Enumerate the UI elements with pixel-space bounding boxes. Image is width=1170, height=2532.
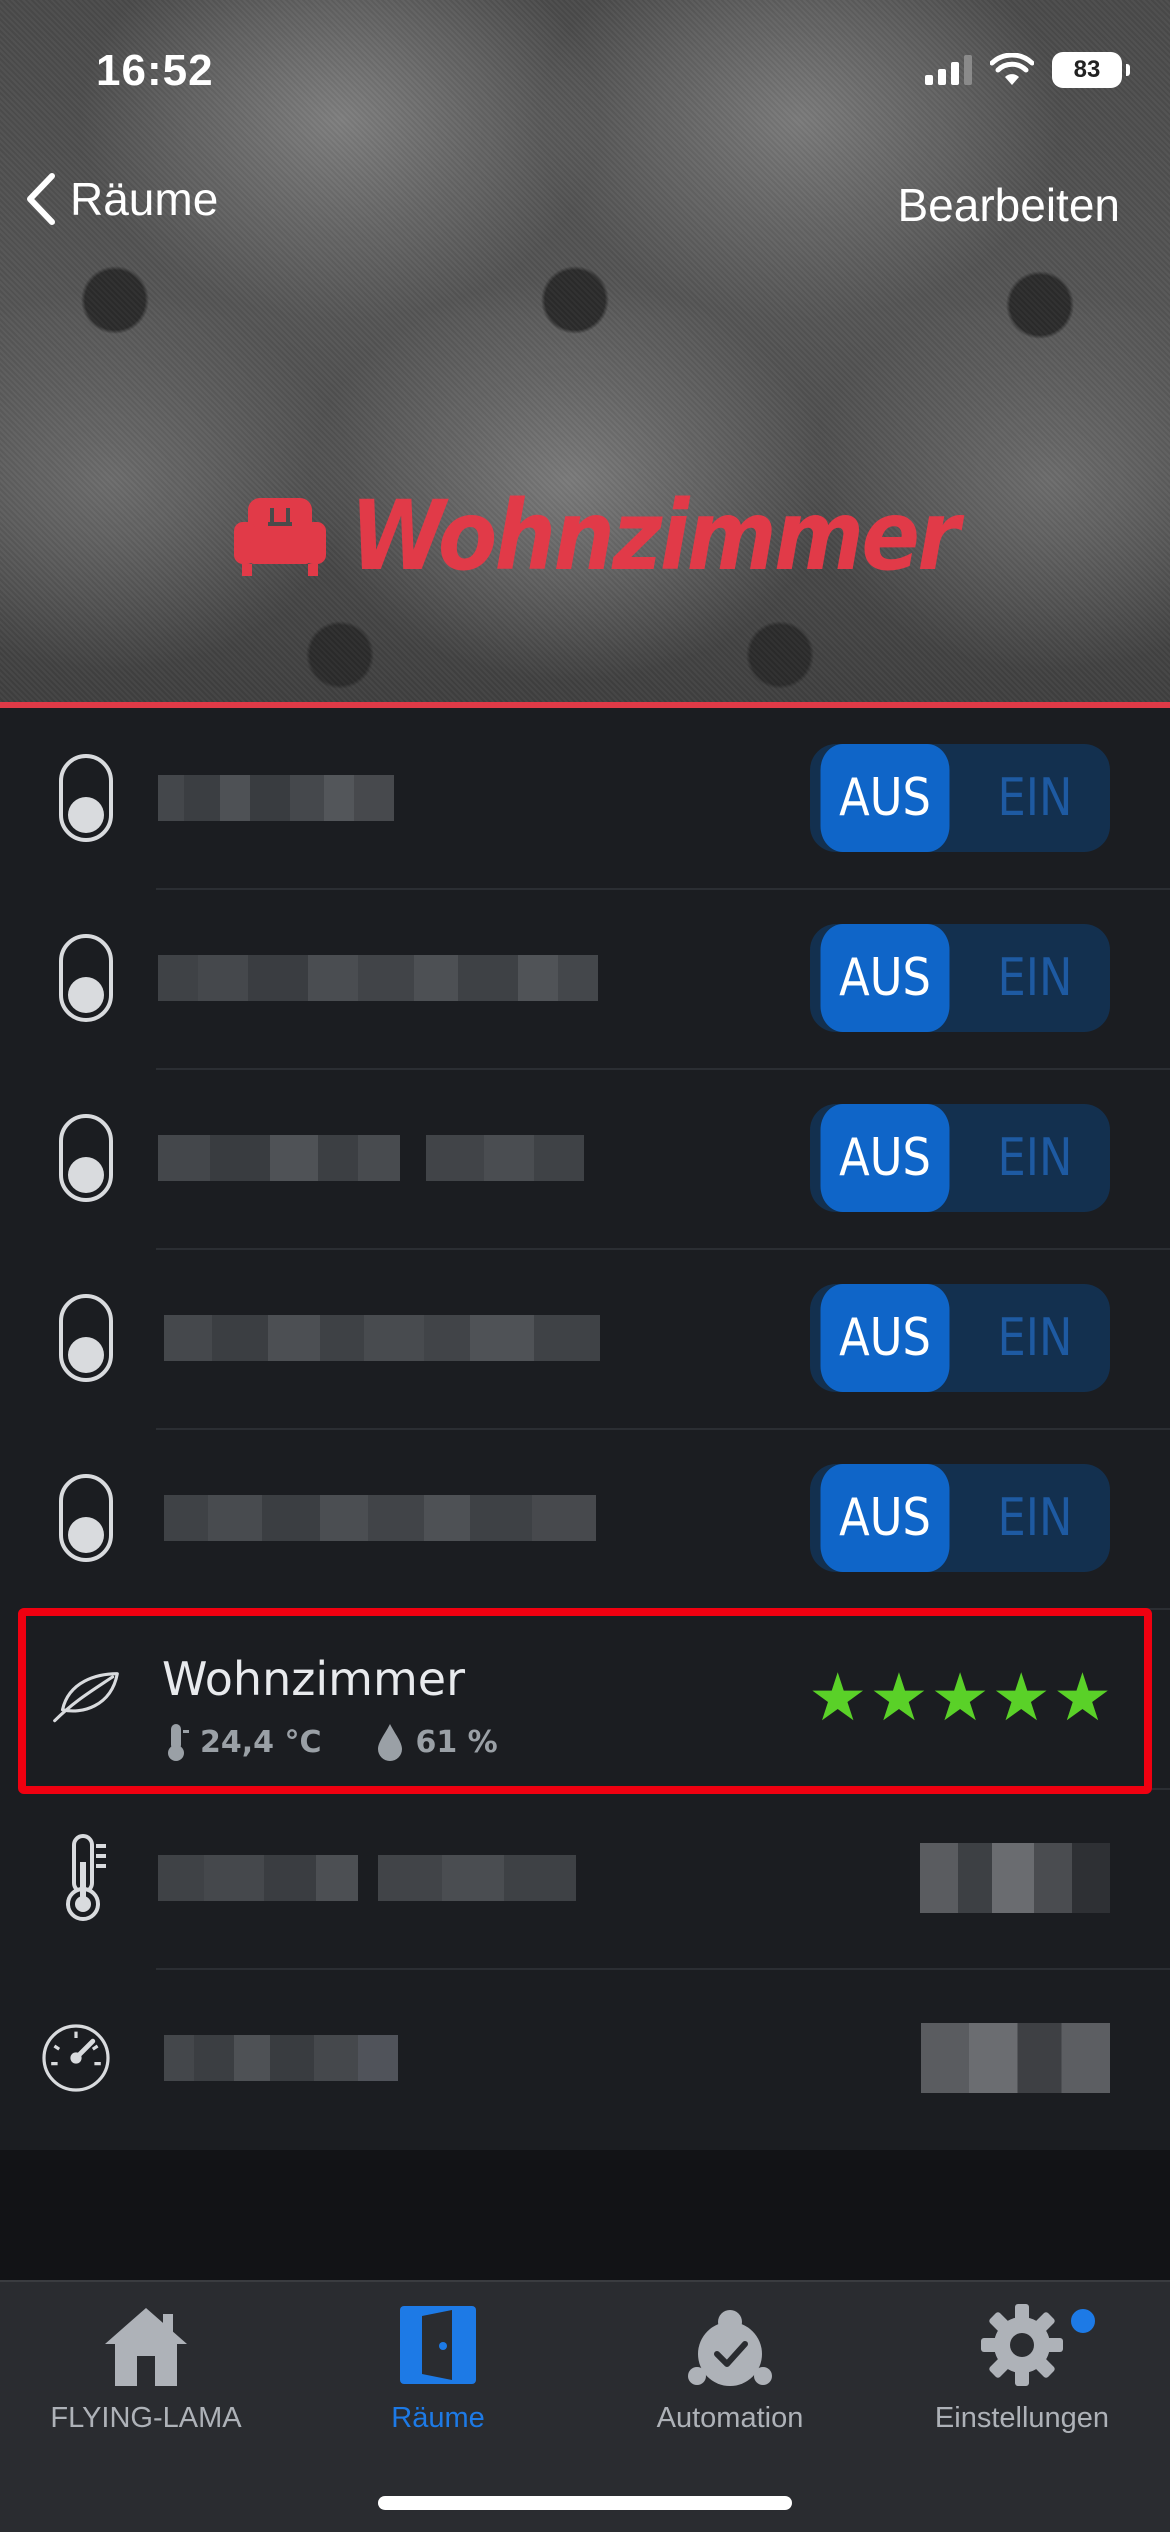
list-item[interactable] xyxy=(0,1788,1170,1968)
star-icon: ★ xyxy=(808,1659,868,1736)
switch-icon xyxy=(50,752,122,844)
status-time: 16:52 xyxy=(96,46,214,95)
list-item: AUS EIN xyxy=(0,1068,1170,1248)
climate-room-name: Wohnzimmer xyxy=(162,1652,465,1706)
tab-label: Räume xyxy=(391,2402,485,2434)
star-icon: ★ xyxy=(991,1659,1051,1736)
list-item: AUS EIN xyxy=(0,708,1170,888)
rating-stars: ★ ★ ★ ★ ★ xyxy=(808,1665,1112,1731)
toggle-off-option[interactable]: AUS xyxy=(820,1464,950,1572)
tab-automation[interactable]: Automation xyxy=(584,2302,876,2435)
list-item[interactable] xyxy=(0,1968,1170,2148)
tab-home[interactable]: FLYING-LAMA xyxy=(0,2302,292,2435)
tab-rooms[interactable]: Räume xyxy=(292,2302,584,2435)
redacted-name xyxy=(158,775,394,821)
toggle-off-option[interactable]: AUS xyxy=(820,1104,950,1212)
toggle-on-option[interactable]: EIN xyxy=(971,1464,1100,1572)
power-toggle[interactable]: AUS EIN xyxy=(810,1104,1110,1212)
armchair-icon xyxy=(234,498,326,576)
leaf-icon xyxy=(50,1652,122,1744)
redacted-name xyxy=(158,955,598,1001)
device-list: AUS EIN AUS EIN AUS EIN AUS EIN AUS EIN … xyxy=(0,708,1170,2148)
star-icon: ★ xyxy=(869,1659,929,1736)
back-label: Räume xyxy=(70,173,219,225)
door-icon xyxy=(400,2306,476,2384)
room-title-text: Wohnzimmer xyxy=(350,480,960,592)
home-indicator xyxy=(378,2496,792,2510)
tab-label: FLYING-LAMA xyxy=(50,2402,242,2434)
switch-icon xyxy=(50,1292,122,1384)
tab-settings[interactable]: Einstellungen xyxy=(876,2302,1168,2435)
house-icon xyxy=(105,2308,187,2386)
switch-icon xyxy=(50,1472,122,1564)
climate-readings: 24,4 °C 61 % xyxy=(166,1722,498,1762)
thermometer-icon xyxy=(168,1724,189,1761)
room-screen: 16:52 83 Räume Bearbeiten Wohnzimmer AUS… xyxy=(0,0,1170,2532)
notification-badge xyxy=(1068,2306,1098,2336)
cellular-signal-icon xyxy=(925,55,972,85)
chevron-left-icon xyxy=(27,173,55,225)
alarm-clock-icon xyxy=(688,2310,772,2386)
gauge-icon xyxy=(40,2012,112,2104)
room-title: Wohnzimmer xyxy=(232,480,1025,592)
toggle-on-option[interactable]: EIN xyxy=(971,1284,1100,1392)
thermometer-icon xyxy=(50,1832,122,1924)
toggle-off-option[interactable]: AUS xyxy=(820,744,950,852)
edit-button[interactable]: Bearbeiten xyxy=(898,178,1121,232)
status-icons: 83 xyxy=(925,52,1130,88)
wifi-icon xyxy=(990,53,1034,85)
droplet-icon xyxy=(378,1724,403,1761)
tab-label: Automation xyxy=(656,2402,804,2434)
redacted-name xyxy=(164,1315,600,1361)
list-item: AUS EIN xyxy=(0,888,1170,1068)
switch-icon xyxy=(50,1112,122,1204)
toggle-on-option[interactable]: EIN xyxy=(971,1104,1100,1212)
power-toggle[interactable]: AUS EIN xyxy=(810,744,1110,852)
list-item: AUS EIN xyxy=(0,1428,1170,1608)
redacted-value xyxy=(890,2023,1110,2093)
battery-icon: 83 xyxy=(1052,52,1130,88)
power-toggle[interactable]: AUS EIN xyxy=(810,1464,1110,1572)
battery-level: 83 xyxy=(1073,56,1101,83)
temperature-value: 24,4 °C xyxy=(200,1724,322,1760)
toggle-off-option[interactable]: AUS xyxy=(820,1284,950,1392)
redacted-value xyxy=(920,1843,1110,1913)
switch-icon xyxy=(50,932,122,1024)
power-toggle[interactable]: AUS EIN xyxy=(810,1284,1110,1392)
redacted-name xyxy=(164,1495,596,1541)
redacted-name xyxy=(158,1855,576,1901)
toggle-on-option[interactable]: EIN xyxy=(971,924,1100,1032)
star-icon: ★ xyxy=(930,1659,990,1736)
tab-bar: FLYING-LAMA Räume Automation Einstellung… xyxy=(0,2280,1170,2532)
room-header: 16:52 83 Räume Bearbeiten Wohnzimmer xyxy=(0,0,1170,708)
star-icon: ★ xyxy=(1052,1659,1112,1736)
back-button[interactable]: Räume xyxy=(26,172,218,226)
tab-label: Einstellungen xyxy=(934,2402,1110,2434)
redacted-name xyxy=(164,2035,398,2081)
redacted-name xyxy=(158,1135,584,1181)
humidity-value: 61 % xyxy=(415,1724,498,1760)
power-toggle[interactable]: AUS EIN xyxy=(810,924,1110,1032)
list-footer-space xyxy=(0,2150,1170,2280)
gear-icon xyxy=(981,2304,1063,2386)
toggle-off-option[interactable]: AUS xyxy=(820,924,950,1032)
list-item: AUS EIN xyxy=(0,1248,1170,1428)
climate-row[interactable]: Wohnzimmer 24,4 °C 61 % ★ ★ ★ ★ ★ xyxy=(0,1608,1170,1788)
toggle-on-option[interactable]: EIN xyxy=(971,744,1100,852)
